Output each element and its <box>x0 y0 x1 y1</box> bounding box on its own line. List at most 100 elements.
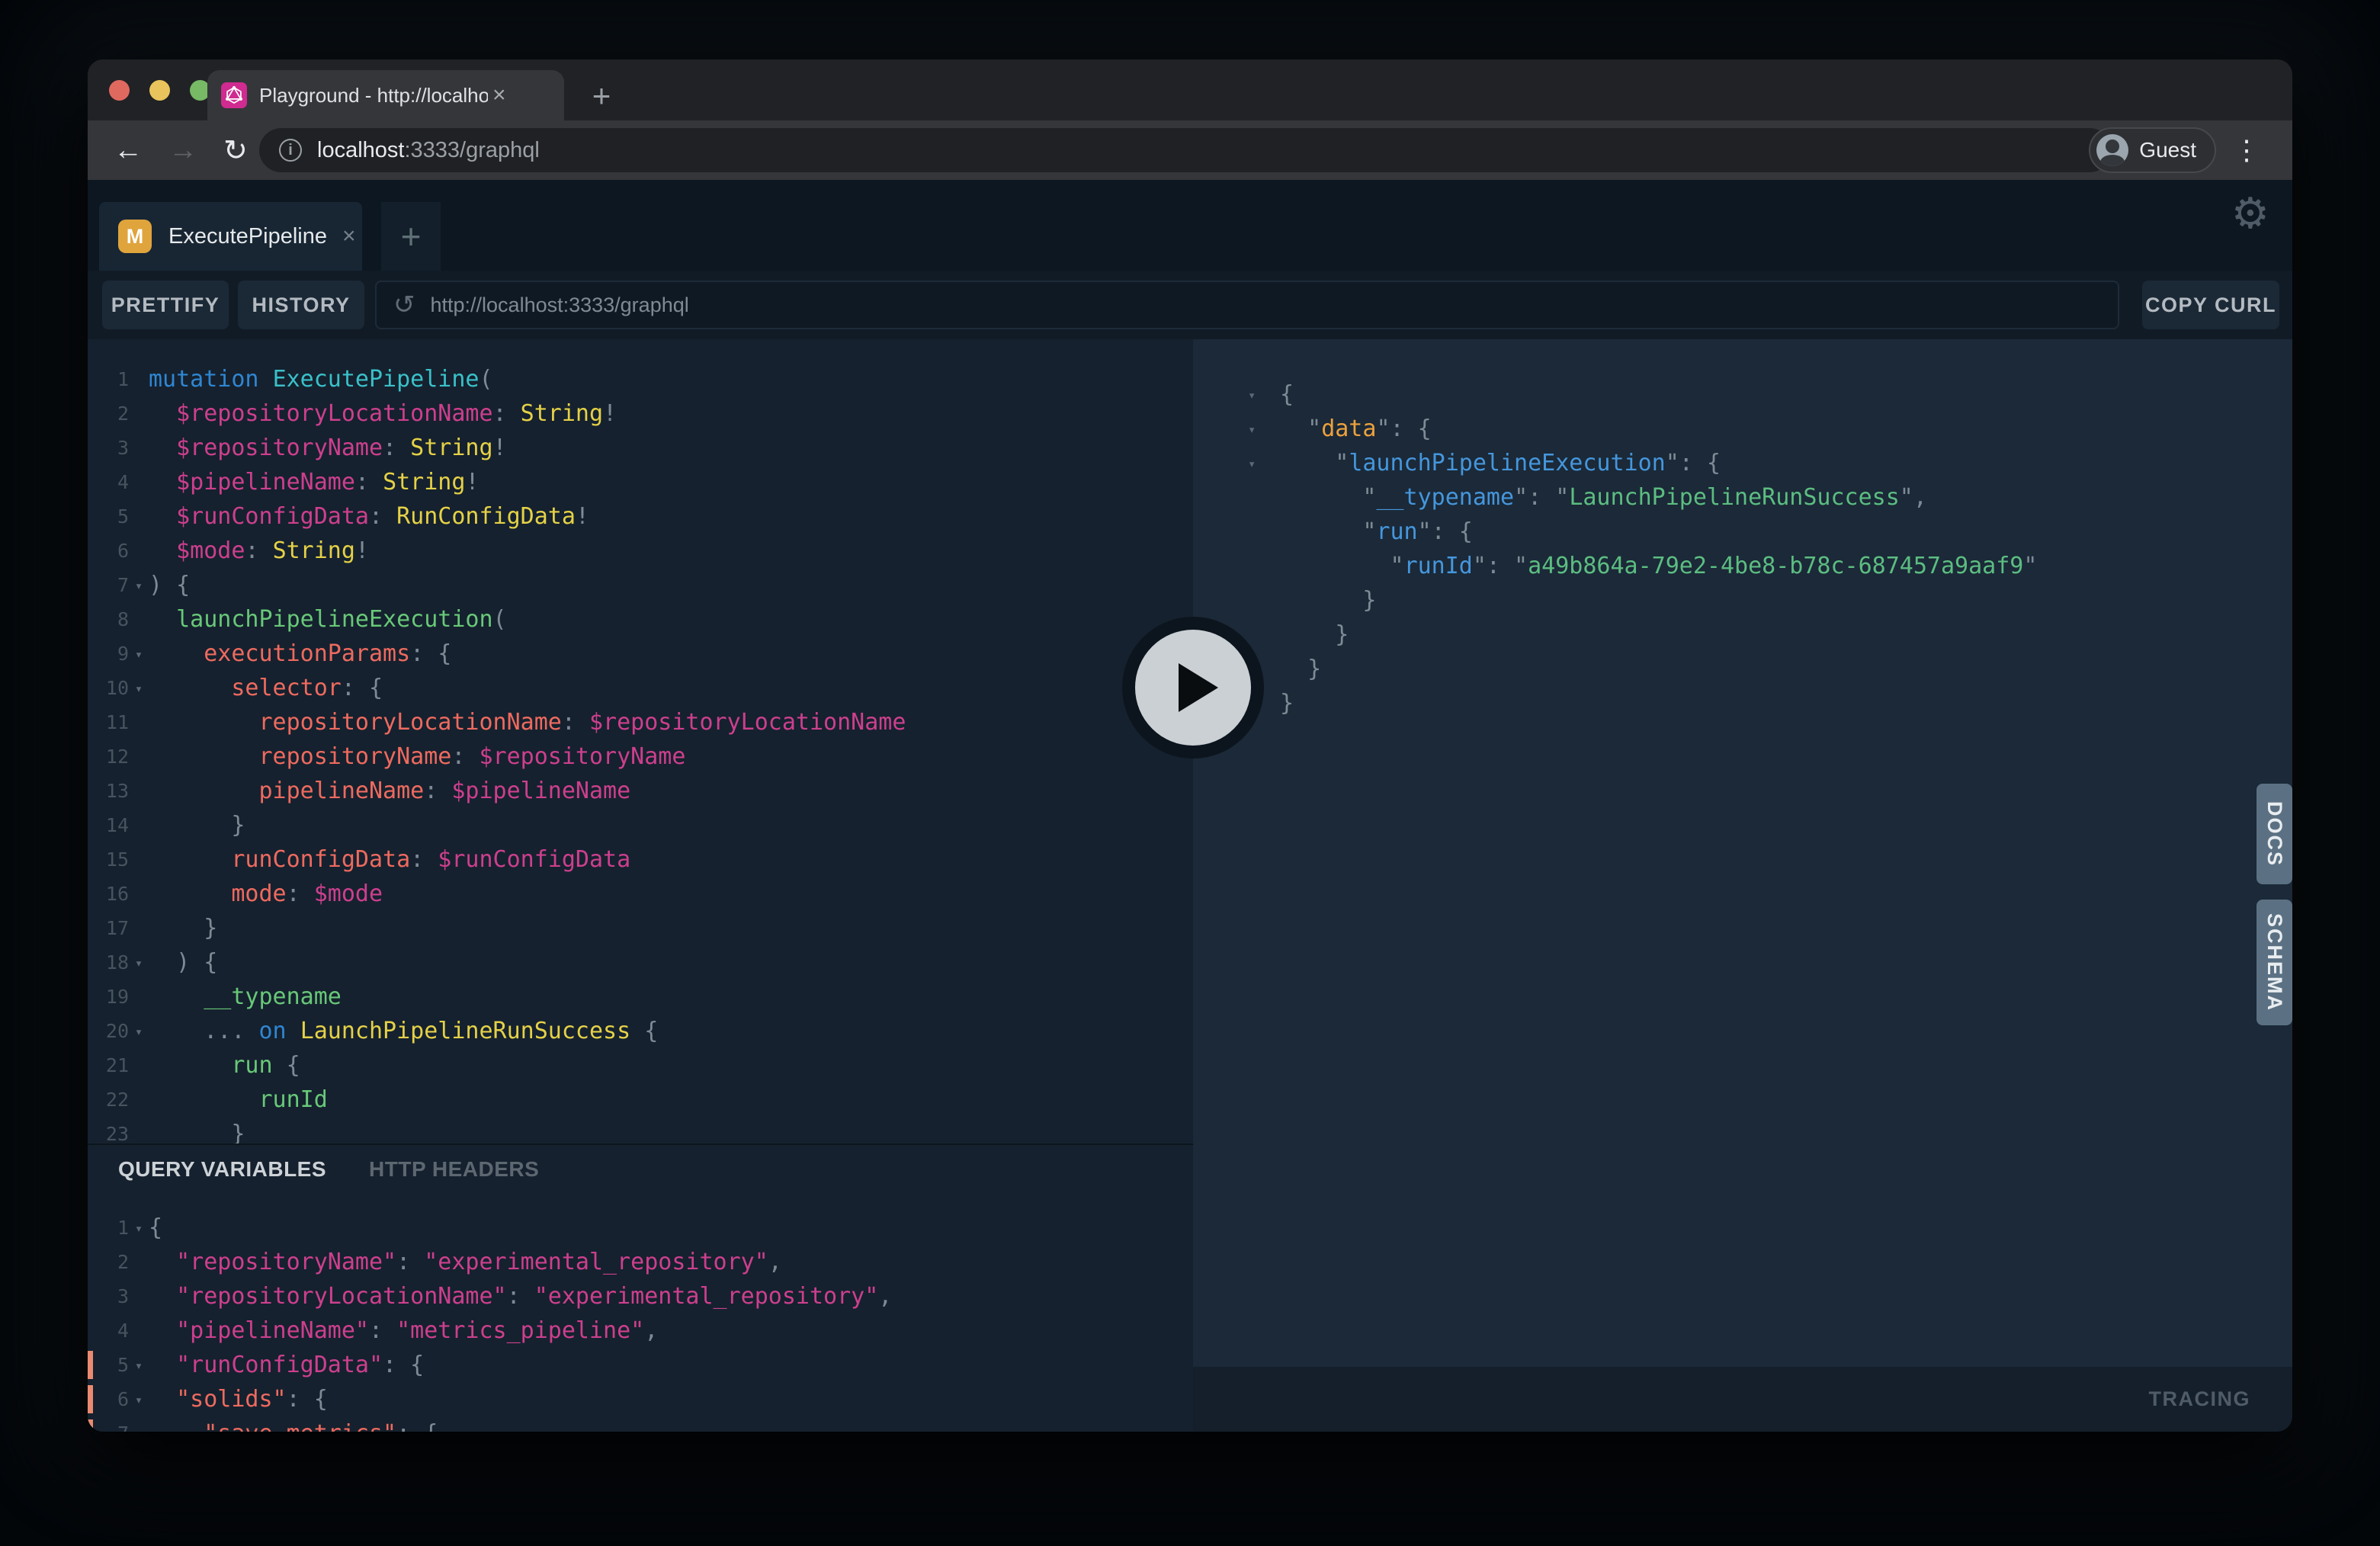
graphql-playground: M ExecutePipeline × + ⚙ PRETTIFY HISTORY… <box>88 180 2292 1432</box>
docs-label: DOCS <box>2263 801 2286 867</box>
fold-spacer <box>129 396 149 431</box>
traffic-lights <box>109 80 210 101</box>
fold-arrow-icon[interactable]: ▾ <box>129 1211 149 1245</box>
code-line: 16 mode: $mode <box>88 877 1193 911</box>
session-close-icon[interactable]: × <box>342 223 356 249</box>
line-number: 21 <box>100 1048 129 1083</box>
history-button[interactable]: HISTORY <box>238 281 364 329</box>
execute-query-button[interactable] <box>1122 617 1264 759</box>
prettify-button[interactable]: PRETTIFY <box>102 281 229 329</box>
query-code[interactable]: 1mutation ExecutePipeline(2 $repositoryL… <box>88 339 1193 1143</box>
browser-menu-icon[interactable]: ⋮ <box>2233 134 2260 166</box>
close-window-button[interactable] <box>109 80 130 101</box>
browser-tab-strip: Playground - http://localhost:3 × + <box>88 59 2292 120</box>
copy-curl-button[interactable]: COPY CURL <box>2142 281 2279 329</box>
site-info-icon[interactable]: i <box>279 139 302 162</box>
query-editor[interactable]: 1mutation ExecutePipeline(2 $repositoryL… <box>88 339 1193 1143</box>
line-number: 9 <box>100 637 129 671</box>
line-number: 7 <box>100 1416 129 1432</box>
fold-arrow-icon[interactable]: ▾ <box>129 637 149 671</box>
fold-spacer <box>129 431 149 465</box>
code-line: ▾{ <box>1193 377 2292 412</box>
line-number: 4 <box>100 1313 129 1348</box>
fold-spacer <box>1248 583 1280 617</box>
fold-arrow-icon[interactable]: ▾ <box>129 568 149 602</box>
fold-arrow-icon[interactable]: ▾ <box>129 1348 149 1382</box>
line-number: 10 <box>100 671 129 705</box>
forward-icon[interactable]: → <box>168 134 197 167</box>
code-line: } <box>1193 583 2292 617</box>
line-number: 11 <box>100 705 129 739</box>
line-number: 20 <box>100 1014 129 1048</box>
avatar-icon <box>2096 134 2128 166</box>
new-tab-button[interactable]: + <box>582 76 621 116</box>
fold-arrow-icon[interactable]: ▾ <box>129 1416 149 1432</box>
fold-arrow-icon[interactable]: ▾ <box>129 671 149 705</box>
fold-spacer <box>129 1117 149 1143</box>
fold-spacer <box>129 499 149 534</box>
fold-spacer <box>129 465 149 499</box>
session-tab-executepipeline[interactable]: M ExecutePipeline × <box>99 202 362 271</box>
fold-arrow-icon[interactable]: ▾ <box>1248 446 1280 480</box>
variables-panel: QUERY VARIABLES HTTP HEADERS 1▾{2 "repos… <box>88 1143 1193 1432</box>
code-line: "__typename": "LaunchPipelineRunSuccess"… <box>1193 480 2292 515</box>
line-number: 1 <box>100 362 129 396</box>
line-number: 3 <box>100 1279 129 1313</box>
fold-spacer <box>129 602 149 637</box>
browser-tab-title: Playground - http://localhost:3 <box>259 84 488 107</box>
fold-spacer <box>129 808 149 842</box>
new-session-button[interactable]: + <box>381 202 441 271</box>
fold-arrow-icon[interactable]: ▾ <box>129 1014 149 1048</box>
mutation-badge: M <box>118 220 152 253</box>
playground-body: 1mutation ExecutePipeline(2 $repositoryL… <box>88 339 2292 1432</box>
code-line: 2 $repositoryLocationName: String! <box>88 396 1193 431</box>
code-line: 3 $repositoryName: String! <box>88 431 1193 465</box>
reload-icon[interactable]: ↻ <box>223 133 248 168</box>
code-line: 6▾ "solids": { <box>88 1382 1193 1416</box>
tab-http-headers[interactable]: HTTP HEADERS <box>369 1157 539 1192</box>
variables-header: QUERY VARIABLES HTTP HEADERS <box>88 1145 1193 1192</box>
refetch-schema-icon[interactable]: ↺ <box>393 290 415 320</box>
line-number: 6 <box>100 534 129 568</box>
fold-arrow-icon[interactable]: ▾ <box>1248 412 1280 446</box>
fold-arrow-icon[interactable]: ▾ <box>129 1382 149 1416</box>
line-number: 23 <box>100 1117 129 1143</box>
endpoint-input[interactable]: ↺ http://localhost:3333/graphql <box>375 281 2119 329</box>
fold-spacer <box>1248 617 1280 652</box>
browser-tab[interactable]: Playground - http://localhost:3 × <box>207 70 564 120</box>
play-circle <box>1135 630 1251 746</box>
settings-gear-icon[interactable]: ⚙ <box>2231 189 2269 239</box>
fold-spacer <box>1248 515 1280 549</box>
fold-arrow-icon[interactable]: ▾ <box>1248 377 1280 412</box>
code-line: 2 "repositoryName": "experimental_reposi… <box>88 1245 1193 1279</box>
line-number: 14 <box>100 808 129 842</box>
lint-marker <box>88 1385 93 1413</box>
address-bar[interactable]: i localhost:3333/graphql <box>259 128 2112 172</box>
line-number: 19 <box>100 980 129 1014</box>
line-number: 16 <box>100 877 129 911</box>
profile-button[interactable]: Guest <box>2089 127 2216 173</box>
code-line: 5▾ "runConfigData": { <box>88 1348 1193 1382</box>
tab-close-icon[interactable]: × <box>492 82 506 108</box>
fold-spacer <box>1248 480 1280 515</box>
code-line: ▾ "data": { <box>1193 412 2292 446</box>
line-number: 3 <box>100 431 129 465</box>
code-line: 8 launchPipelineExecution( <box>88 602 1193 637</box>
response-code: ▾{▾ "data": {▾ "launchPipelineExecution"… <box>1193 339 2292 720</box>
tracing-toggle[interactable]: TRACING <box>2149 1387 2251 1411</box>
code-line: 3 "repositoryLocationName": "experimenta… <box>88 1279 1193 1313</box>
tab-query-variables[interactable]: QUERY VARIABLES <box>118 1157 326 1192</box>
code-line: 1▾{ <box>88 1211 1193 1245</box>
fold-spacer <box>129 877 149 911</box>
variables-code[interactable]: 1▾{2 "repositoryName": "experimental_rep… <box>88 1192 1193 1432</box>
line-number: 17 <box>100 911 129 945</box>
line-number: 22 <box>100 1083 129 1117</box>
docs-side-tab[interactable]: DOCS <box>2257 784 2292 884</box>
fold-arrow-icon[interactable]: ▾ <box>129 945 149 980</box>
minimize-window-button[interactable] <box>149 80 170 101</box>
fold-spacer <box>129 739 149 774</box>
line-number: 13 <box>100 774 129 808</box>
schema-side-tab[interactable]: SCHEMA <box>2257 900 2292 1025</box>
back-icon[interactable]: ← <box>114 134 143 167</box>
code-line: 5 $runConfigData: RunConfigData! <box>88 499 1193 534</box>
